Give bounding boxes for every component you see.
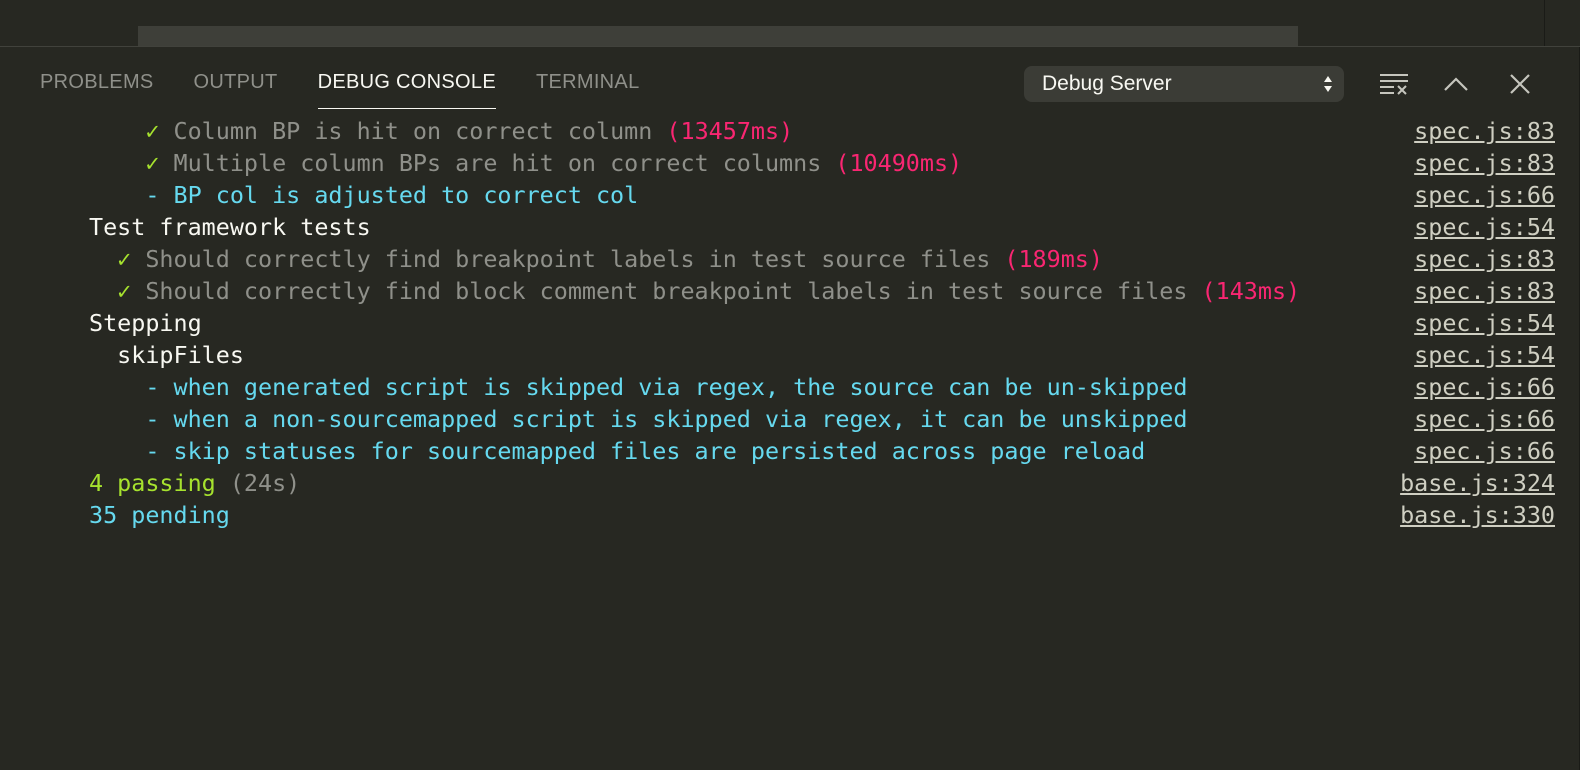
test-duration: (143ms) — [1201, 277, 1301, 305]
console-message: - when a non-sourcemapped script is skip… — [89, 403, 1187, 435]
console-line: ✓ Should correctly find block comment br… — [0, 275, 1580, 307]
source-link[interactable]: spec.js:66 — [1414, 371, 1555, 403]
source-link[interactable]: base.js:324 — [1400, 467, 1555, 499]
console-line: ✓ Multiple column BPs are hit on correct… — [0, 147, 1580, 179]
total-duration: (24s) — [215, 469, 301, 497]
test-title: Should correctly find block comment brea… — [145, 277, 1202, 305]
console-message: - when generated script is skipped via r… — [89, 371, 1187, 403]
source-link[interactable]: spec.js:83 — [1414, 115, 1555, 147]
suite-title: skipFiles — [117, 341, 244, 369]
console-line: Stepping spec.js:54 — [0, 307, 1580, 339]
suite-title: Stepping — [89, 309, 202, 337]
console-message: ✓ Should correctly find block comment br… — [89, 275, 1300, 307]
console-line: - BP col is adjusted to correct col spec.… — [0, 179, 1580, 211]
tab-problems[interactable]: PROBLEMS — [40, 47, 154, 109]
source-link[interactable]: spec.js:66 — [1414, 403, 1555, 435]
console-message: ✓ Should correctly find breakpoint label… — [89, 243, 1103, 275]
chevron-up-icon — [1444, 77, 1468, 91]
source-link[interactable]: spec.js:66 — [1414, 179, 1555, 211]
pending-test-title: - skip statuses for sourcemapped files a… — [145, 437, 1146, 465]
console-message: 35 pending — [89, 499, 230, 531]
console-line: skipFiles spec.js:54 — [0, 339, 1580, 371]
test-title: Column BP is hit on correct column — [173, 117, 667, 145]
console-message: Stepping — [89, 307, 202, 339]
close-panel-button[interactable] — [1500, 66, 1540, 102]
console-line: 35 pending base.js:330 — [0, 499, 1580, 531]
console-line: Test framework tests spec.js:54 — [0, 211, 1580, 243]
console-message: 4 passing (24s) — [89, 467, 300, 499]
source-link[interactable]: spec.js:54 — [1414, 339, 1555, 371]
console-line: - when a non-sourcemapped script is skip… — [0, 403, 1580, 435]
console-message: - BP col is adjusted to correct col — [89, 179, 638, 211]
console-message: ✓ Multiple column BPs are hit on correct… — [89, 147, 962, 179]
console-message: skipFiles — [89, 339, 244, 371]
console-message: Test framework tests — [89, 211, 371, 243]
test-duration: (10490ms) — [835, 149, 963, 177]
console-line: ✓ Should correctly find breakpoint label… — [0, 243, 1580, 275]
editor-area — [0, 0, 1580, 47]
pending-test-title: - BP col is adjusted to correct col — [145, 181, 639, 209]
source-link[interactable]: spec.js:54 — [1414, 211, 1555, 243]
close-icon — [1510, 74, 1530, 94]
test-duration: (13457ms) — [666, 117, 794, 145]
debug-session-select[interactable]: Debug Server — [1024, 66, 1344, 102]
console-line: ✓ Column BP is hit on correct column (13… — [0, 115, 1580, 147]
tab-terminal[interactable]: TERMINAL — [536, 47, 640, 109]
debug-session-value: Debug Server — [1042, 72, 1172, 95]
clear-console-icon — [1380, 74, 1408, 95]
check-icon: ✓ — [117, 277, 146, 305]
source-link[interactable]: spec.js:54 — [1414, 307, 1555, 339]
test-title: Multiple column BPs are hit on correct c… — [173, 149, 836, 177]
check-icon: ✓ — [145, 117, 174, 145]
console-line: - skip statuses for sourcemapped files a… — [0, 435, 1580, 467]
console-message: ✓ Column BP is hit on correct column (13… — [89, 115, 793, 147]
editor-divider — [1544, 0, 1545, 46]
tab-debug-console[interactable]: DEBUG CONSOLE — [317, 47, 496, 109]
horizontal-scrollbar[interactable] — [138, 26, 1298, 46]
check-icon: ✓ — [117, 245, 146, 273]
maximize-panel-button[interactable] — [1436, 66, 1476, 102]
panel-tabs: PROBLEMS OUTPUT DEBUG CONSOLE TERMINAL — [0, 47, 640, 113]
source-link[interactable]: spec.js:66 — [1414, 435, 1555, 467]
console-line: 4 passing (24s) base.js:324 — [0, 467, 1580, 499]
pending-test-title: - when a non-sourcemapped script is skip… — [145, 405, 1188, 433]
check-icon: ✓ — [145, 149, 174, 177]
bottom-panel: PROBLEMS OUTPUT DEBUG CONSOLE TERMINAL D… — [0, 47, 1580, 770]
source-link[interactable]: base.js:330 — [1400, 499, 1555, 531]
tab-output[interactable]: OUTPUT — [194, 47, 278, 109]
console-line: - when generated script is skipped via r… — [0, 371, 1580, 403]
passing-count: 4 passing — [89, 469, 216, 497]
debug-console-output[interactable]: ✓ Column BP is hit on correct column (13… — [0, 113, 1580, 770]
source-link[interactable]: spec.js:83 — [1414, 243, 1555, 275]
select-arrows-icon — [1324, 76, 1332, 92]
pending-count: 35 pending — [89, 501, 230, 529]
test-duration: (189ms) — [1004, 245, 1103, 273]
source-link[interactable]: spec.js:83 — [1414, 147, 1555, 179]
suite-title: Test framework tests — [89, 213, 371, 241]
pending-test-title: - when generated script is skipped via r… — [145, 373, 1188, 401]
console-message: - skip statuses for sourcemapped files a… — [89, 435, 1145, 467]
clear-console-button[interactable] — [1372, 66, 1412, 102]
test-title: Should correctly find breakpoint labels … — [145, 245, 1005, 273]
source-link[interactable]: spec.js:83 — [1414, 275, 1555, 307]
